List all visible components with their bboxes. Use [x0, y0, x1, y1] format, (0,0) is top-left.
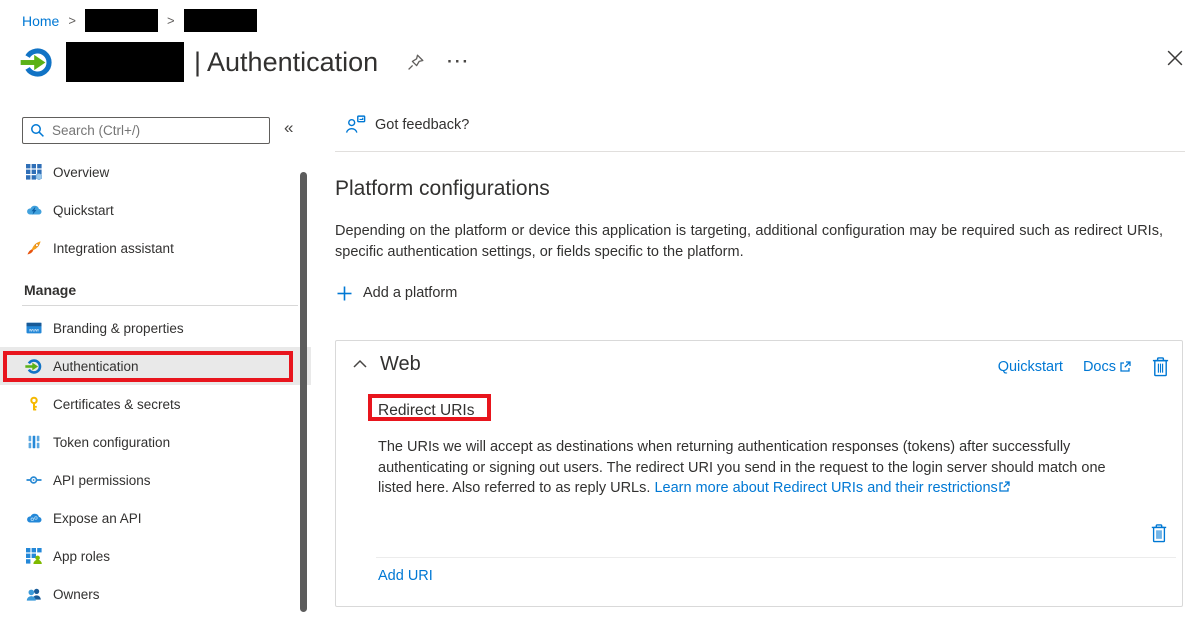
breadcrumb-separator: > — [167, 13, 175, 28]
sidebar-item-label: Certificates & secrets — [53, 397, 181, 412]
token-icon — [25, 434, 42, 451]
sidebar-item-app-roles[interactable]: App roles — [0, 537, 311, 575]
feedback-icon — [345, 115, 366, 134]
got-feedback-button[interactable]: Got feedback? — [345, 115, 469, 134]
sidebar-item-integration-assistant[interactable]: Integration assistant — [0, 229, 311, 267]
pin-icon[interactable] — [406, 53, 425, 72]
web-platform-card: Web Quickstart Docs — [335, 340, 1183, 607]
breadcrumb-separator: > — [68, 13, 76, 28]
search-input[interactable] — [52, 123, 252, 138]
sidebar-item-overview[interactable]: Overview — [0, 153, 311, 191]
sidebar-divider — [22, 305, 298, 306]
branding-icon: www — [25, 320, 42, 337]
page-header: | Authentication ··· — [20, 42, 470, 82]
sidebar-item-token-configuration[interactable]: Token configuration — [0, 423, 311, 461]
sidebar-item-label: API permissions — [53, 473, 151, 488]
sidebar-search — [22, 117, 270, 144]
quickstart-link[interactable]: Quickstart — [998, 359, 1063, 375]
sidebar-scrollbar[interactable] — [300, 172, 307, 612]
integration-assistant-icon — [25, 240, 42, 257]
sidebar-item-label: Overview — [53, 165, 109, 180]
docs-link-label: Docs — [1083, 359, 1116, 375]
redacted-app-name — [66, 42, 184, 82]
owners-icon — [25, 586, 42, 603]
sidebar-item-label: Integration assistant — [53, 241, 174, 256]
sidebar-item-label: Token configuration — [53, 435, 170, 450]
sidebar-item-label: Branding & properties — [53, 321, 184, 336]
sidebar-item-api-permissions[interactable]: API permissions — [0, 461, 311, 499]
platform-configurations-heading: Platform configurations — [335, 177, 550, 201]
web-card-actions: Quickstart Docs — [998, 356, 1170, 377]
learn-more-link[interactable]: Learn more about Redirect URIs and their… — [654, 480, 997, 496]
authentication-icon — [25, 358, 42, 375]
sidebar-item-authentication[interactable]: Authentication — [0, 347, 311, 385]
sidebar-item-label: Owners — [53, 587, 100, 602]
sidebar-item-label: Authentication — [53, 359, 139, 374]
sidebar-item-label: App roles — [53, 549, 110, 564]
redirect-uris-description: The URIs we will accept as destinations … — [378, 437, 1114, 499]
web-card-title: Web — [380, 353, 421, 376]
add-uri-link[interactable]: Add URI — [378, 568, 433, 584]
search-box[interactable] — [22, 117, 270, 144]
sidebar-section-manage: Manage — [0, 267, 311, 302]
app-roles-icon — [25, 548, 42, 565]
svg-text:www: www — [29, 328, 40, 333]
certificates-icon — [25, 396, 42, 413]
add-platform-label: Add a platform — [363, 285, 457, 301]
sidebar-item-expose-an-api[interactable]: Expose an API — [0, 499, 311, 537]
sidebar-item-owners[interactable]: Owners — [0, 575, 311, 613]
sidebar-item-label: Expose an API — [53, 511, 142, 526]
sidebar-item-quickstart[interactable]: Quickstart — [0, 191, 311, 229]
redacted-breadcrumb-item — [184, 9, 257, 32]
app-registration-icon — [20, 46, 53, 79]
external-link-icon — [1119, 361, 1131, 373]
breadcrumb-home-link[interactable]: Home — [22, 13, 59, 29]
expose-api-icon — [25, 510, 42, 527]
sidebar-nav: Overview Quickstart Integration assistan… — [0, 153, 311, 613]
more-options-icon[interactable]: ··· — [447, 57, 470, 67]
breadcrumb: Home > > — [22, 9, 257, 32]
platform-configurations-description: Depending on the platform or device this… — [335, 221, 1163, 263]
collapse-section-icon[interactable] — [353, 359, 367, 369]
api-permissions-icon — [25, 472, 42, 489]
azure-portal-page: Home > > | Authentication ··· — [0, 0, 1200, 621]
search-icon — [30, 123, 45, 138]
page-title: | Authentication — [194, 47, 378, 78]
delete-platform-icon[interactable] — [1151, 356, 1170, 377]
delete-uri-icon[interactable] — [1150, 523, 1168, 543]
content-divider — [335, 151, 1185, 152]
close-icon[interactable] — [1167, 50, 1183, 66]
add-platform-button[interactable]: Add a platform — [337, 285, 457, 301]
external-link-icon — [998, 481, 1010, 493]
collapse-sidebar-icon[interactable]: « — [284, 118, 293, 138]
plus-icon — [337, 286, 352, 301]
docs-link[interactable]: Docs — [1083, 359, 1131, 375]
sidebar-item-label: Quickstart — [53, 203, 114, 218]
overview-icon — [25, 164, 42, 181]
sidebar-item-branding-properties[interactable]: www Branding & properties — [0, 309, 311, 347]
redirect-uris-heading: Redirect URIs — [378, 402, 474, 420]
redacted-breadcrumb-item[interactable] — [85, 9, 158, 32]
uri-row-divider — [376, 557, 1176, 558]
sidebar-item-certificates-secrets[interactable]: Certificates & secrets — [0, 385, 311, 423]
feedback-label: Got feedback? — [375, 117, 469, 133]
quickstart-icon — [25, 202, 42, 219]
